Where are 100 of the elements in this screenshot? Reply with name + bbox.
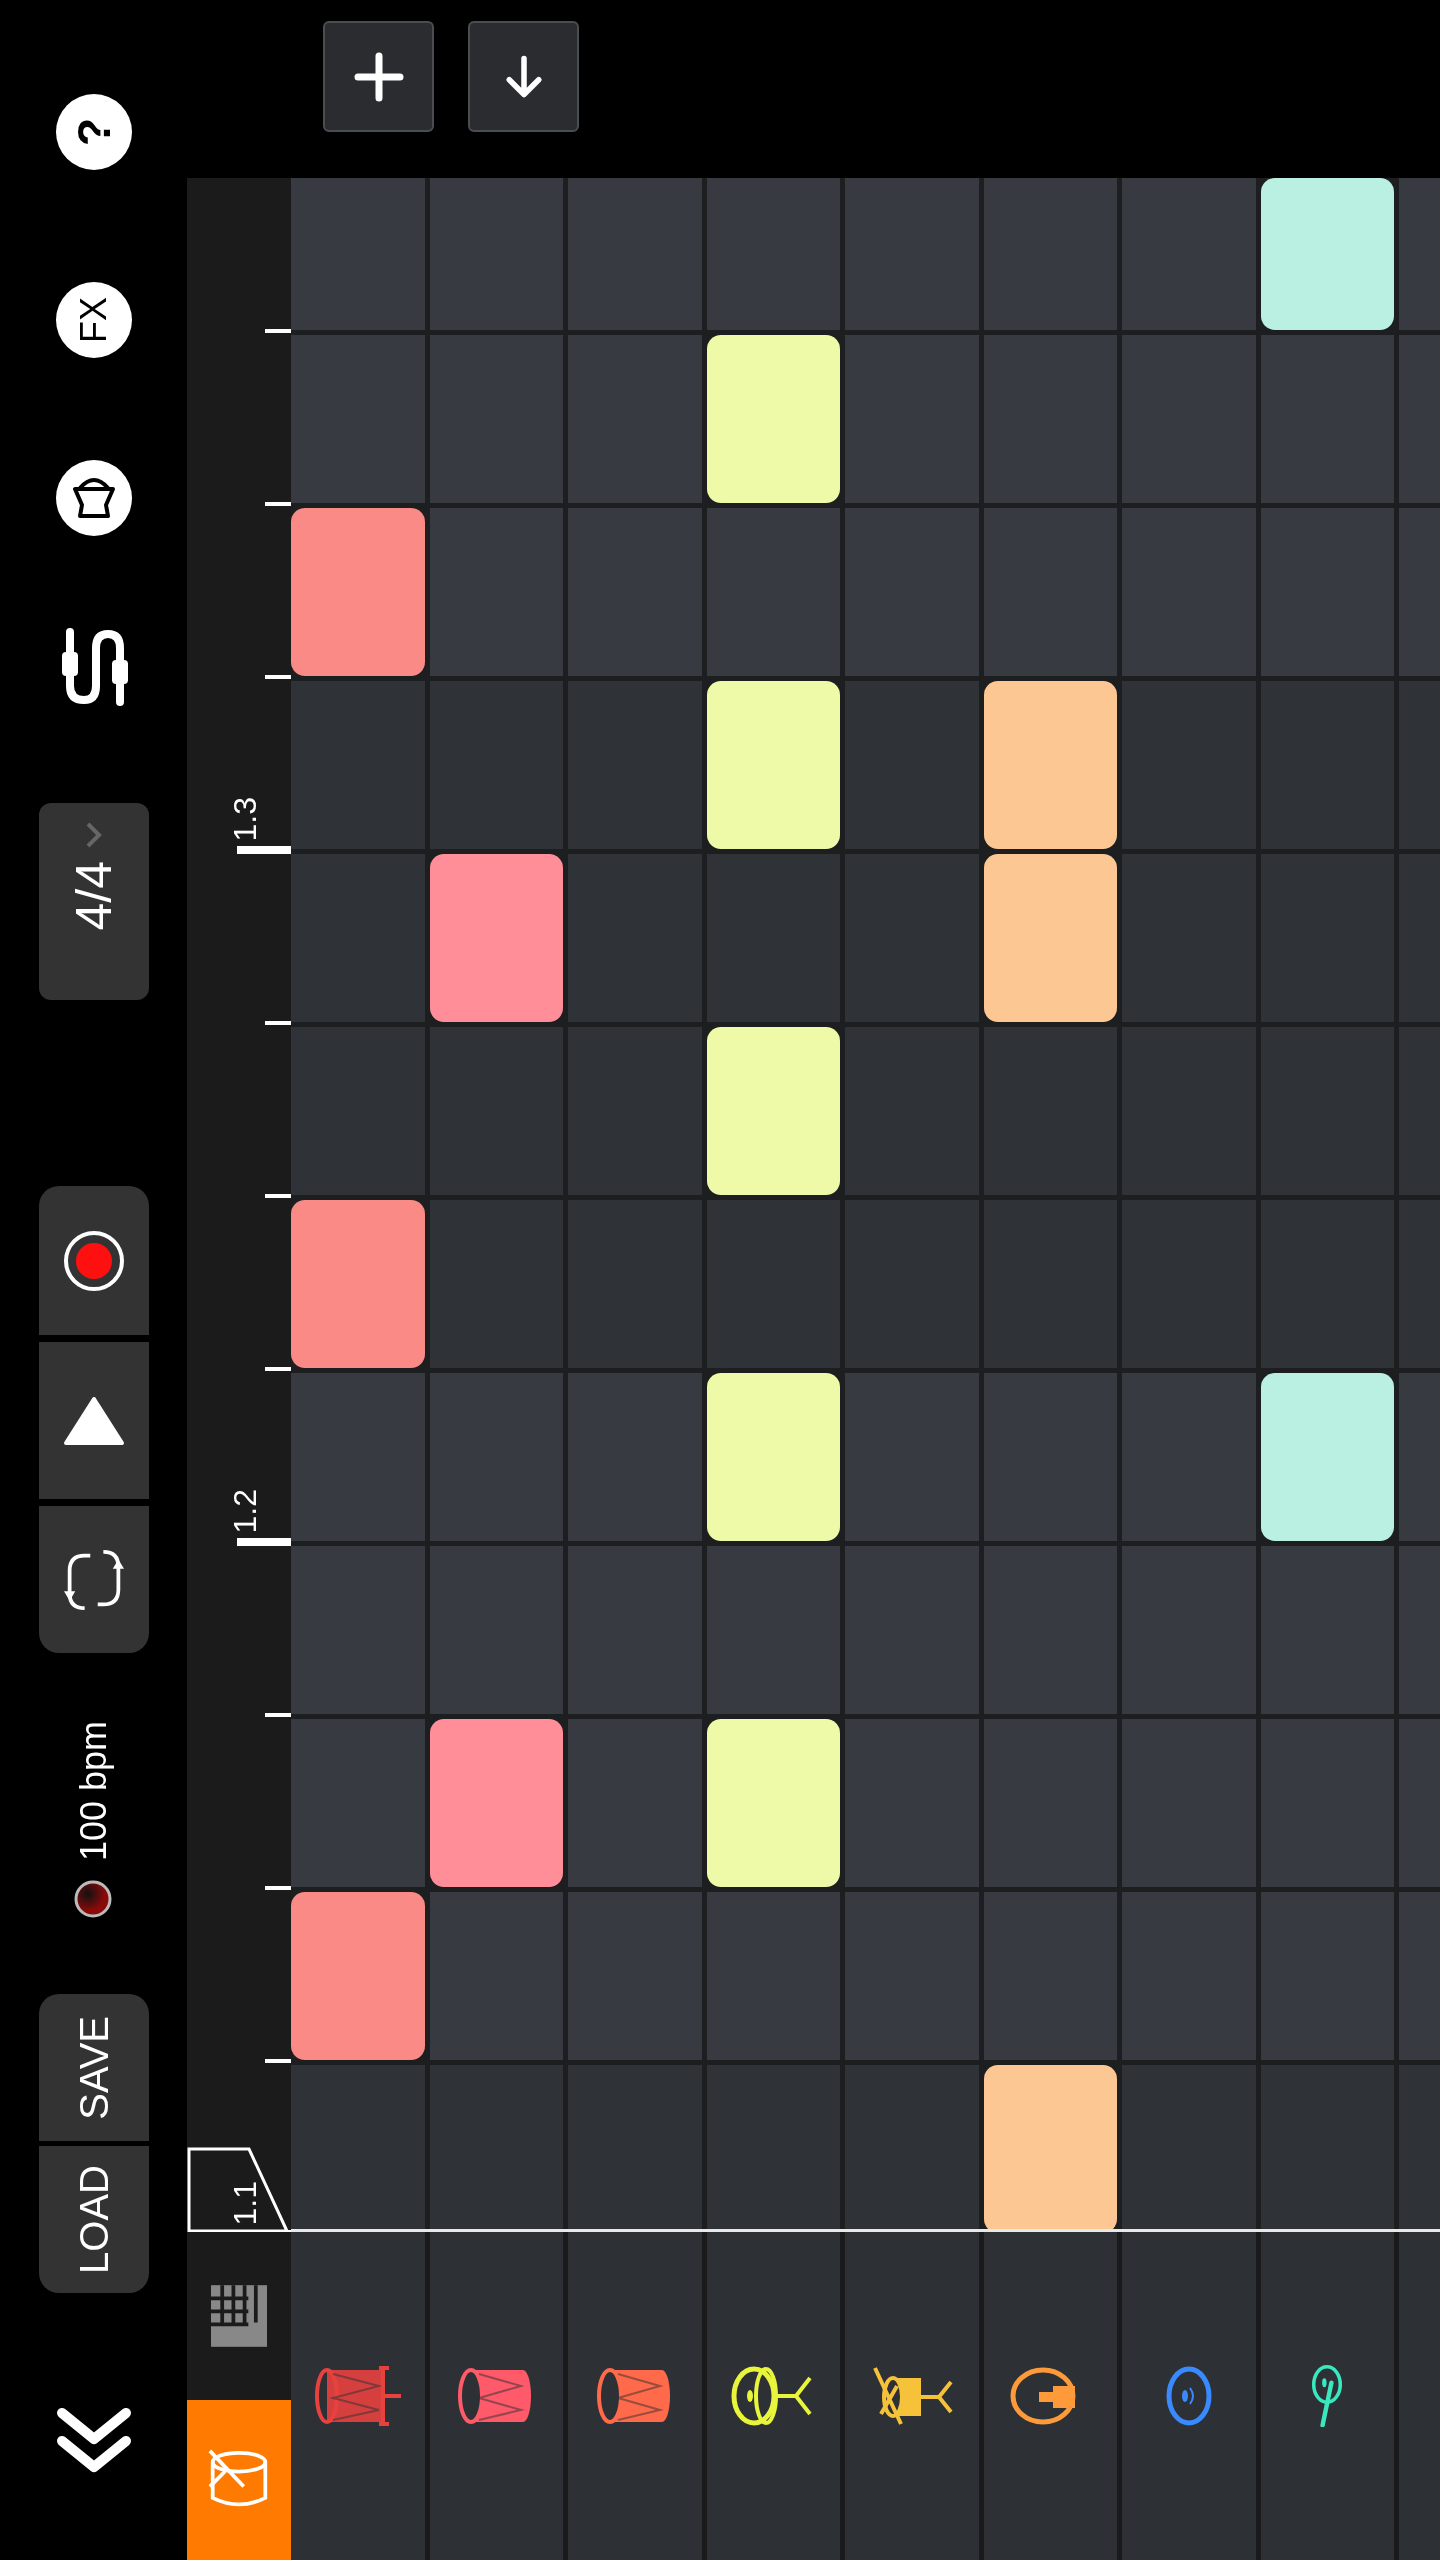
step-cell[interactable] xyxy=(291,854,425,1022)
step-cell[interactable] xyxy=(291,178,425,330)
tick-mark xyxy=(265,329,291,333)
drum-icon[interactable] xyxy=(312,2365,403,2427)
step-cell[interactable] xyxy=(429,1373,563,1541)
step-cell[interactable] xyxy=(429,1546,563,1714)
note-block[interactable] xyxy=(291,508,425,676)
record-icon xyxy=(61,1228,126,1293)
step-cell[interactable] xyxy=(568,508,702,676)
step-cell[interactable] xyxy=(1122,178,1256,330)
step-cell[interactable] xyxy=(845,1373,979,1541)
tick-mark xyxy=(265,2059,291,2063)
step-cell[interactable] xyxy=(1122,1546,1256,1714)
step-cell[interactable] xyxy=(429,2065,563,2232)
step-cell[interactable] xyxy=(429,1892,563,2060)
note-block[interactable] xyxy=(706,335,840,503)
step-cell[interactable] xyxy=(983,1892,1117,2060)
step-cell[interactable] xyxy=(983,178,1117,330)
play-button[interactable] xyxy=(38,1342,149,1499)
instrument-slot[interactable] xyxy=(983,2232,1117,2560)
step-cell[interactable] xyxy=(845,2065,979,2232)
step-cell[interactable] xyxy=(568,335,702,503)
step-cell[interactable] xyxy=(845,508,979,676)
tick-mark xyxy=(237,846,291,854)
step-cell[interactable] xyxy=(983,335,1117,503)
step-cell[interactable] xyxy=(1260,335,1394,503)
tempo-knob[interactable] xyxy=(72,1879,113,1920)
step-cell[interactable] xyxy=(983,1719,1117,1887)
step-cell[interactable] xyxy=(983,1373,1117,1541)
step-cell[interactable] xyxy=(706,2065,840,2232)
step-cell[interactable] xyxy=(291,1027,425,1195)
step-cell[interactable] xyxy=(568,178,702,330)
step-cell[interactable] xyxy=(291,2065,425,2232)
note-block[interactable] xyxy=(983,854,1117,1022)
step-cell[interactable] xyxy=(983,508,1117,676)
save-button[interactable]: SAVE xyxy=(38,1994,149,2142)
step-cell[interactable] xyxy=(568,2065,702,2232)
move-down-button[interactable] xyxy=(468,21,579,132)
step-cell[interactable] xyxy=(1122,335,1256,503)
note-block[interactable] xyxy=(429,854,563,1022)
step-cell[interactable] xyxy=(429,335,563,503)
step-cell[interactable] xyxy=(291,1546,425,1714)
note-block[interactable] xyxy=(983,2065,1117,2232)
step-cell[interactable] xyxy=(983,1546,1117,1714)
bucket-icon[interactable] xyxy=(55,460,132,536)
note-block[interactable] xyxy=(1260,1373,1394,1541)
note-block[interactable] xyxy=(706,1027,840,1195)
step-cell[interactable] xyxy=(291,1373,425,1541)
step-cell[interactable] xyxy=(845,335,979,503)
step-cell[interactable] xyxy=(291,681,425,849)
step-cell[interactable] xyxy=(1260,2065,1394,2232)
step-cell[interactable] xyxy=(706,508,840,676)
bar-label: 1.1 xyxy=(229,2180,261,2225)
step-cell[interactable] xyxy=(1260,1719,1394,1887)
note-block[interactable] xyxy=(706,681,840,849)
load-button[interactable]: LOAD xyxy=(38,2146,149,2294)
record-button[interactable] xyxy=(38,1186,149,1335)
step-cell[interactable] xyxy=(291,335,425,503)
piano-icon xyxy=(211,2285,267,2347)
step-cell[interactable] xyxy=(1122,1373,1256,1541)
step-cell[interactable] xyxy=(706,1546,840,1714)
step-cell[interactable] xyxy=(291,1719,425,1887)
step-cell[interactable] xyxy=(706,1892,840,2060)
step-cell[interactable] xyxy=(568,1719,702,1887)
instrument-slot[interactable] xyxy=(845,2232,979,2560)
note-block[interactable] xyxy=(706,1373,840,1541)
note-block[interactable] xyxy=(291,1200,425,1368)
step-cell[interactable] xyxy=(1122,508,1256,676)
add-button[interactable] xyxy=(323,21,434,132)
step-cell[interactable] xyxy=(429,178,563,330)
instrument-slot[interactable] xyxy=(568,2232,702,2560)
step-cell[interactable] xyxy=(845,1546,979,1714)
step-cell[interactable] xyxy=(845,178,979,330)
step-cell[interactable] xyxy=(845,1719,979,1887)
step-cell[interactable] xyxy=(1122,2065,1256,2232)
step-cell[interactable] xyxy=(568,1373,702,1541)
step-cell[interactable] xyxy=(1122,1719,1256,1887)
help-button[interactable]: ? xyxy=(55,94,132,170)
step-cell[interactable] xyxy=(706,178,840,330)
step-cell[interactable] xyxy=(1122,1892,1256,2060)
step-cell[interactable] xyxy=(845,1892,979,2060)
step-cell[interactable] xyxy=(1260,508,1394,676)
time-signature-button[interactable]: 4/4 xyxy=(38,803,149,1000)
tick-mark xyxy=(265,675,291,679)
note-block[interactable] xyxy=(1260,178,1394,330)
step-cell[interactable] xyxy=(1260,1892,1394,2060)
note-block[interactable] xyxy=(429,1719,563,1887)
step-cell[interactable] xyxy=(429,508,563,676)
note-block[interactable] xyxy=(706,1719,840,1887)
effects-button[interactable]: FX xyxy=(55,282,132,358)
instrument-slot[interactable] xyxy=(706,2232,840,2560)
loop-button[interactable] xyxy=(38,1506,149,1653)
tick-mark xyxy=(265,1194,291,1198)
note-block[interactable] xyxy=(291,1892,425,2060)
note-block[interactable] xyxy=(983,681,1117,849)
step-cell[interactable] xyxy=(1260,1546,1394,1714)
drums-tab[interactable] xyxy=(187,2400,291,2560)
step-cell[interactable] xyxy=(568,1892,702,2060)
step-cell[interactable] xyxy=(568,1546,702,1714)
plus-icon xyxy=(353,51,404,102)
